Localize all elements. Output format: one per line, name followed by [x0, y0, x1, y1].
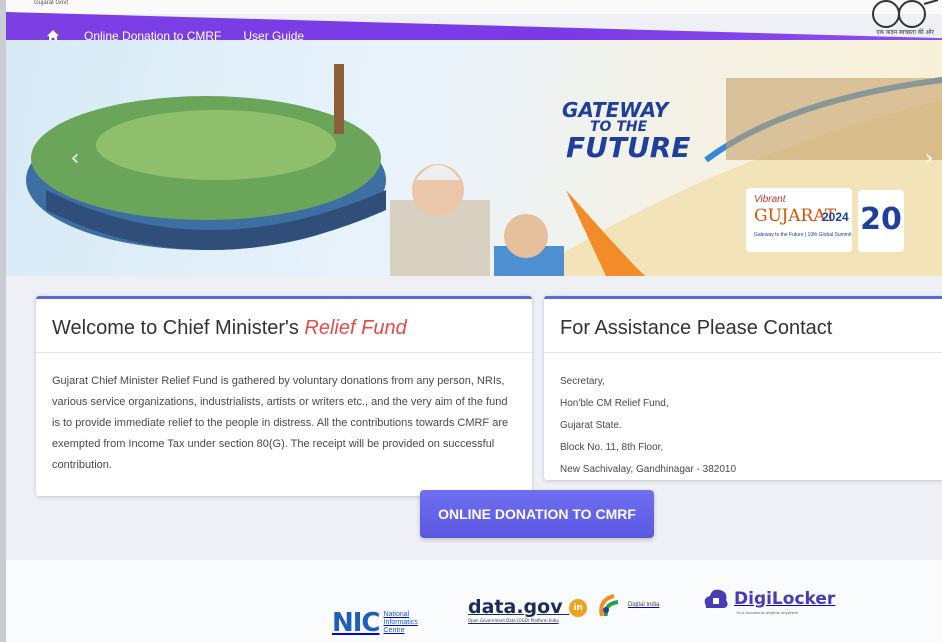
banner-headline: GATEWAY TO THE FUTURE [562, 100, 690, 162]
vibrant-gujarat-logo: Vibrant GUJARAT 2024 Gateway to the Futu… [746, 188, 852, 252]
nic-line: Informatics [383, 619, 418, 626]
emblem-caption: एक कदम स्वच्छता की ओर [876, 30, 934, 36]
headline-line-1: GATEWAY [562, 98, 669, 122]
datagov-text: data.gov [468, 596, 563, 618]
vibrant-text: Vibrant [754, 194, 786, 205]
summit-subtitle: Gateway to the Future | 10th Global Summ… [754, 232, 852, 238]
contact-card: For Assistance Please Contact Secretary,… [544, 296, 942, 480]
datagov-in-circle: in [569, 598, 588, 617]
nic-line: National [383, 611, 410, 618]
contact-line: Secretary, [560, 376, 605, 387]
hero-banner: ‹ › GATEWAY TO THE FUTURE Vibrant GUJARA… [6, 40, 942, 276]
top-strip: Gujarat Govt [6, 0, 942, 14]
welcome-title-accent: Relief Fund [304, 317, 407, 339]
welcome-card: Welcome to Chief Minister's Relief Fund … [36, 296, 532, 496]
contact-line: Block No. 11, 8th Floor, [560, 442, 664, 453]
footer: NIC National Informatics Centre data.gov… [6, 560, 942, 642]
contact-line: Gujarat State. [560, 420, 622, 431]
digilocker-subtitle: Your documents anytime anywhere [736, 610, 799, 615]
datagov-logo-link[interactable]: data.gov in Open Government Data (OGD) P… [468, 596, 588, 623]
top-tag: Gujarat Govt [34, 0, 69, 6]
contact-line: Hon'ble CM Relief Fund, [560, 398, 669, 409]
welcome-body: Gujarat Chief Minister Relief Fund is ga… [52, 375, 509, 471]
nic-logo-link[interactable]: NIC National Informatics Centre [332, 608, 418, 638]
contact-address: Secretary, Hon'ble CM Relief Fund, Gujar… [544, 353, 942, 499]
twenty-years-logo: 20 [858, 190, 904, 252]
digilocker-logo-link[interactable]: DigiLocker Your documents anytime anywhe… [702, 586, 836, 615]
nic-logo: NIC [332, 608, 381, 638]
page: Gujarat Govt एक कदम स्वच्छता की ओर Onlin… [6, 0, 942, 642]
digital-india-text: Digital India [628, 602, 660, 608]
digilocker-text: DigiLocker [734, 589, 836, 609]
datagov-subtitle: Open Government Data (OGD) Platform Indi… [468, 618, 559, 623]
contact-line: New Sachivalay, Gandhinagar - 382010 [560, 464, 737, 475]
digital-india-logo-link[interactable]: Digital India [594, 590, 659, 620]
contact-title: For Assistance Please Contact [544, 299, 942, 353]
welcome-title: Welcome to Chief Minister's Relief Fund [36, 299, 532, 353]
slide-prev-arrow[interactable]: ‹ [66, 146, 84, 172]
digilocker-icon [704, 589, 728, 608]
slide-next-arrow[interactable]: › [920, 146, 938, 172]
headline-line-3: FUTURE [566, 131, 691, 164]
nic-text: National Informatics Centre [384, 611, 418, 635]
digital-india-icon [599, 594, 619, 617]
year-text: 2024 [822, 210, 849, 224]
online-donation-button[interactable]: ONLINE DONATION TO CMRF [420, 490, 654, 538]
welcome-title-prefix: Welcome to Chief Minister's [52, 317, 299, 339]
nic-line: Centre [383, 627, 405, 634]
